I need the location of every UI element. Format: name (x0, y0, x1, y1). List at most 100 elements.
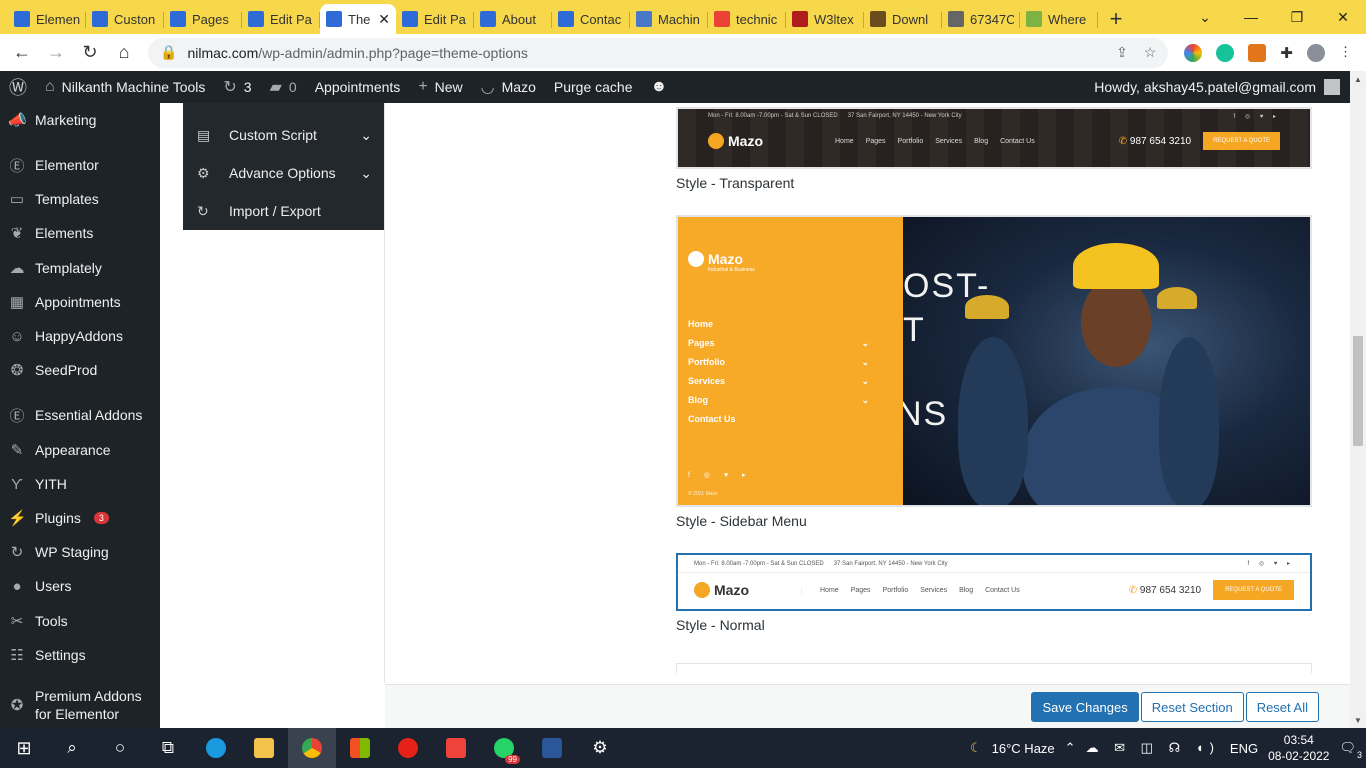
profile-avatar[interactable] (1307, 43, 1325, 62)
minimize-button[interactable]: — (1228, 0, 1274, 34)
file-explorer-icon[interactable] (240, 728, 288, 768)
chevron-down-icon[interactable]: ⌄ (360, 127, 372, 144)
sidebar-item-templates[interactable]: ▭ Templates (0, 182, 107, 216)
task-view-icon[interactable]: ⧉ (144, 728, 192, 768)
appointments-link[interactable]: Appointments (306, 71, 410, 103)
tab-title: Contac (580, 11, 622, 27)
grammarly-icon[interactable] (1216, 43, 1235, 62)
theme-link[interactable]: ◡ Mazo (472, 71, 545, 103)
address-bar[interactable]: 🔒 nilmac.com/wp-admin/admin.php?page=the… (148, 37, 1169, 68)
browser-tab[interactable]: Edit Pa (242, 4, 320, 34)
chevron-down-icon[interactable]: ⌄ (360, 165, 372, 182)
metamask-icon[interactable] (1248, 43, 1267, 62)
browser-tab[interactable]: 67347C (942, 4, 1020, 34)
puzzle-icon[interactable]: ✚ (1280, 44, 1293, 62)
sidebar-item-appointments[interactable]: ▦ Appointments (0, 285, 129, 319)
sidebar-item-users[interactable]: ● Users (0, 569, 80, 603)
sidebar-item-wp-staging[interactable]: ↻ WP Staging (0, 535, 117, 569)
sidebar-item-settings[interactable]: ☷ Settings (0, 638, 94, 672)
tab-search-icon[interactable]: ⌄ (1182, 0, 1228, 34)
sidebar-item-yith[interactable]: Ƴ YITH (0, 467, 75, 501)
browser-tab[interactable]: Pages (164, 4, 242, 34)
share-icon[interactable]: ⇪ (1116, 44, 1128, 61)
start-button[interactable]: ⊞ (0, 728, 48, 768)
back-button[interactable]: ← (6, 37, 38, 69)
site-name-link[interactable]: ⌂ Nilkanth Machine Tools (36, 71, 214, 103)
anydesk-icon[interactable] (432, 728, 480, 768)
sidebar-item-elements[interactable]: ❦ Elements (0, 216, 101, 250)
sidebar-item-marketing[interactable]: 📣 Marketing (0, 103, 104, 137)
reload-button[interactable]: ↻ (74, 37, 106, 69)
save-changes-button[interactable]: Save Changes (1031, 692, 1139, 722)
header-style-transparent[interactable]: Mon - Fri: 8.00am -7.00pm - Sat & Sun CL… (676, 107, 1312, 169)
browser-tab[interactable]: Custon (86, 4, 164, 34)
browser-tab[interactable]: W3ltex (786, 4, 864, 34)
cortana-icon[interactable]: ○ (96, 728, 144, 768)
sidebar-item-templately[interactable]: ☁ Templately (0, 251, 110, 285)
sidebar-item-appearance[interactable]: ✎ Appearance (0, 433, 119, 467)
browser-tab[interactable]: Downl (864, 4, 942, 34)
sidebar-item-happyaddons[interactable]: ☺ HappyAddons (0, 319, 131, 353)
browser-tab[interactable]: Machin (630, 4, 708, 34)
page-scrollbar[interactable]: ▲ ▼ (1350, 71, 1366, 729)
sidebar-item-premium-addons[interactable]: ✪ Premium Addons for Elementor (0, 683, 150, 727)
restore-button[interactable]: ❐ (1274, 0, 1320, 34)
updates-link[interactable]: ↻ 3 (214, 71, 260, 103)
smiley-icon[interactable]: ☻ (641, 71, 676, 103)
whatsapp-icon[interactable]: 99 (480, 728, 528, 768)
forward-button[interactable]: → (40, 37, 72, 69)
browser-tab[interactable]: Elemen (8, 4, 86, 34)
language-indicator[interactable]: ENG (1230, 741, 1258, 756)
sidebar-item-seedprod[interactable]: ❂ SeedProd (0, 353, 105, 387)
tray-chevron-icon[interactable]: ⌃ (1065, 740, 1076, 756)
browser-tab[interactable]: Where (1020, 4, 1098, 34)
colorful-extension-icon[interactable] (1184, 43, 1203, 62)
header-style-normal[interactable]: Mon - Fri: 8.00am -7.00pm - Sat & Sun CL… (676, 553, 1312, 611)
options-nav-advance-options[interactable]: ⚙ Advance Options ⌄ (183, 154, 384, 192)
new-tab-button[interactable]: + (1098, 4, 1134, 34)
edge-icon[interactable] (192, 728, 240, 768)
browser-tab[interactable]: Edit Pa (396, 4, 474, 34)
tray-icons[interactable]: ☁ ✉ ◫ ☊ ◖) (1086, 740, 1220, 756)
browser-tab[interactable]: Contac (552, 4, 630, 34)
wp-logo-icon[interactable]: Ⓦ (0, 71, 36, 103)
comments-link[interactable]: ▰ 0 (261, 71, 306, 103)
chrome-icon[interactable] (288, 728, 336, 768)
theme-icon: ◡ (480, 79, 495, 96)
store-icon[interactable] (336, 728, 384, 768)
sidebar-item-essential-addons[interactable]: Ⓔ Essential Addons (0, 398, 150, 432)
my-account-link[interactable]: Howdy, akshay45.patel@gmail.com (1094, 79, 1350, 95)
sidebar-item-tools[interactable]: ✂ Tools (0, 604, 76, 638)
tab-close-icon[interactable]: ✕ (378, 11, 390, 28)
new-content-link[interactable]: + New (409, 71, 471, 103)
reset-all-button[interactable]: Reset All (1245, 692, 1319, 722)
close-window-button[interactable]: ✕ (1320, 0, 1366, 34)
header-style-sidebar-menu[interactable]: Mazo Industrial & Business Home Pages ⌄ Por… (676, 215, 1312, 507)
search-icon[interactable]: ⌕ (48, 728, 96, 768)
word-icon[interactable] (528, 728, 576, 768)
settings-gear-icon[interactable]: ⚙ (576, 728, 624, 768)
bookmark-star-icon[interactable]: ☆ (1144, 44, 1157, 61)
options-nav-custom-script[interactable]: ▤ Custom Script ⌄ (183, 116, 384, 154)
scrollbar-thumb[interactable] (1353, 336, 1363, 446)
home-button[interactable]: ⌂ (108, 37, 140, 69)
browser-menu-icon[interactable]: ⋮ (1339, 44, 1352, 62)
sidebar-item-plugins[interactable]: ⚡ Plugins 3 (0, 501, 117, 535)
sidebar-item-elementor[interactable]: Ⓔ Elementor (0, 148, 107, 182)
browser-tab[interactable]: technic (708, 4, 786, 34)
notifications-icon[interactable]: 🗨 3 (1339, 740, 1362, 760)
caption-transparent: Style - Transparent (676, 175, 795, 191)
scroll-up-arrow[interactable]: ▲ (1354, 75, 1362, 84)
weather-text[interactable]: 16°C Haze (992, 741, 1055, 756)
youtube-icon[interactable] (384, 728, 432, 768)
reset-section-button[interactable]: Reset Section (1140, 692, 1244, 722)
purge-cache-link[interactable]: Purge cache (545, 71, 642, 103)
clock[interactable]: 03:54 08-02-2022 (1268, 732, 1329, 764)
preview-header-row: Mazo Home Pages Portfolio Services Blog Conta… (678, 123, 1310, 159)
browser-tab[interactable]: The ✕ (320, 4, 396, 34)
browser-tab[interactable]: About (474, 4, 552, 34)
next-style-preview[interactable] (676, 663, 1312, 673)
options-nav-import-export[interactable]: ↻ Import / Export (183, 192, 384, 230)
weather-icon[interactable]: ☾ (970, 740, 982, 756)
scroll-down-arrow[interactable]: ▼ (1354, 716, 1362, 725)
